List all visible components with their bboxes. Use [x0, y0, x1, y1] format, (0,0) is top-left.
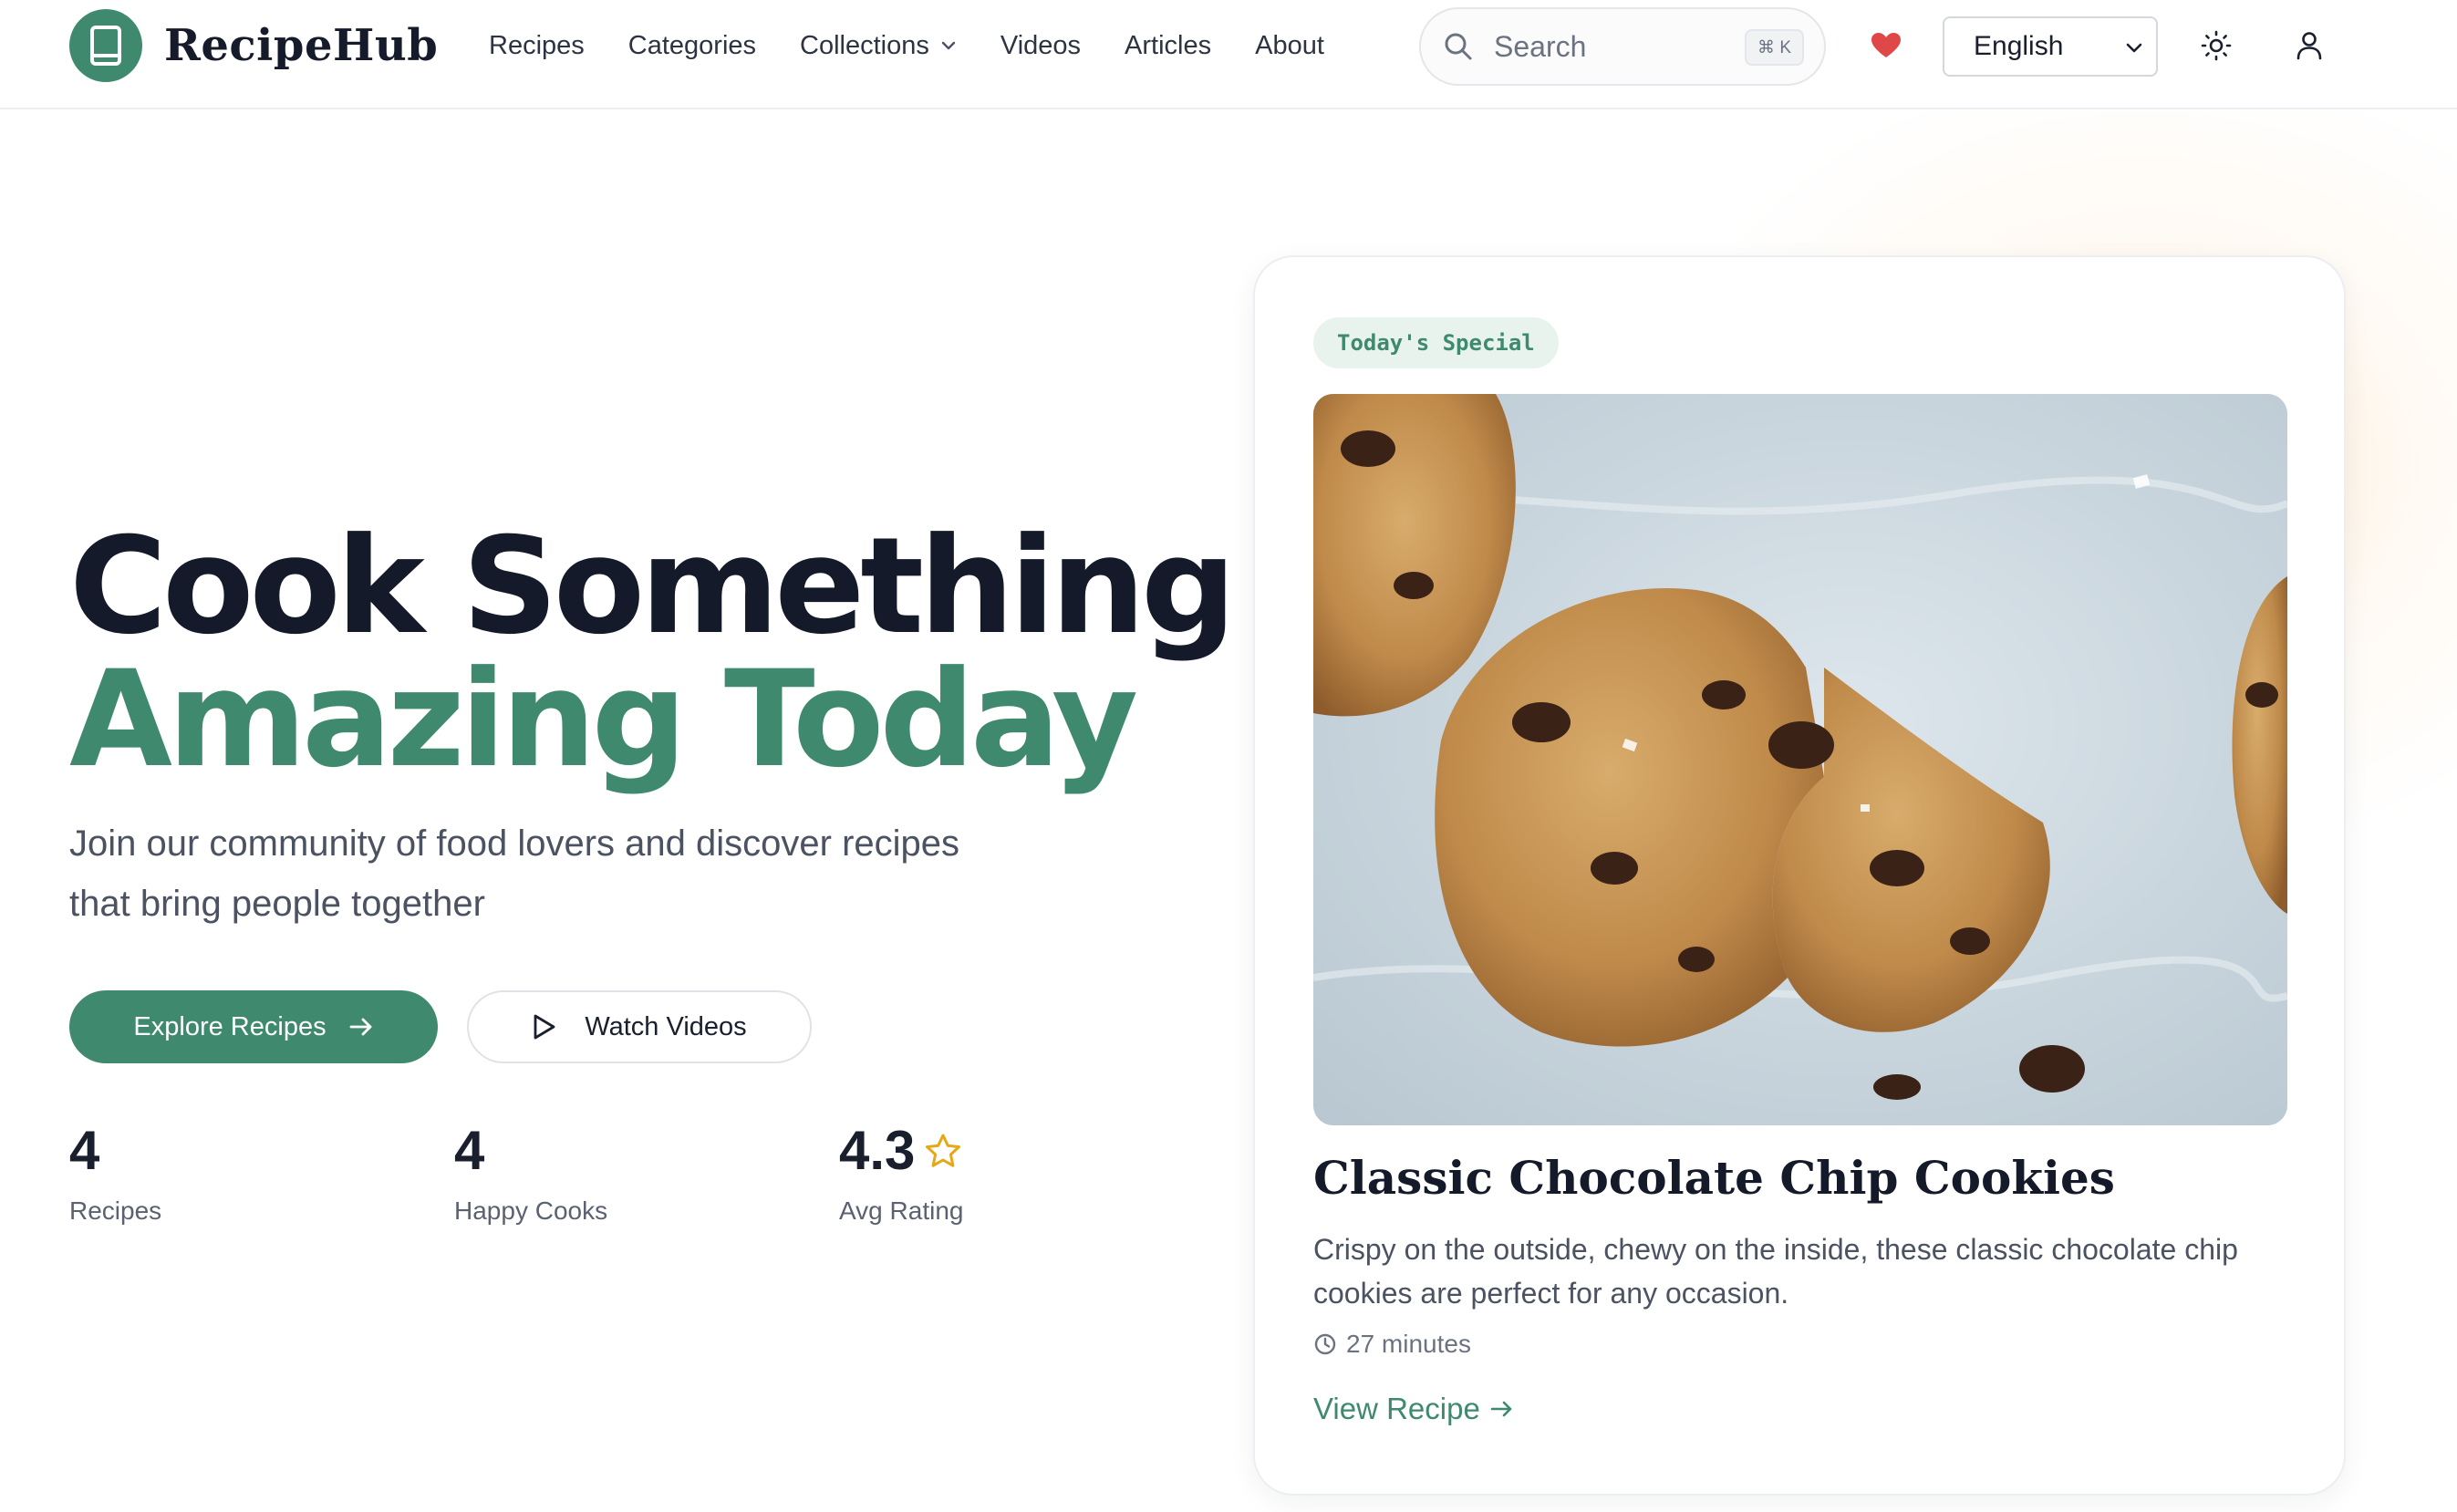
stat-value: 4	[69, 1120, 100, 1181]
search-shortcut-badge: ⌘ K	[1745, 29, 1804, 66]
hero-title-line-2: Amazing Today	[69, 642, 1138, 797]
chevron-down-icon	[941, 41, 956, 50]
search-input[interactable]	[1494, 29, 1740, 64]
watch-videos-label: Watch Videos	[585, 1011, 747, 1041]
stat-label: Avg Rating	[839, 1196, 964, 1225]
search-box[interactable]: ⌘ K	[1419, 7, 1826, 86]
stat-value: 4.3	[839, 1120, 916, 1181]
nav-recipes[interactable]: Recipes	[489, 31, 585, 61]
recipe-time: 27 minutes	[1313, 1330, 1471, 1359]
stat-value: 4	[454, 1120, 485, 1181]
nav-about[interactable]: About	[1255, 31, 1324, 61]
arrow-right-icon	[1490, 1401, 1512, 1417]
recipe-title[interactable]: Classic Chocolate Chip Cookies	[1313, 1151, 2298, 1205]
language-selected: English	[1974, 31, 2064, 61]
heart-icon	[1871, 33, 1901, 57]
sun-icon	[2201, 30, 2232, 61]
cookie-illustration	[1313, 394, 2287, 1125]
hero-title-line-1: Cook Something	[69, 509, 1237, 664]
language-select[interactable]: English	[1943, 16, 2158, 77]
recipe-description: Crispy on the outside, chewy on the insi…	[1313, 1233, 2238, 1310]
site-header: RecipeHub Recipes Categories Collections…	[0, 0, 2457, 109]
nav-videos[interactable]: Videos	[1000, 31, 1081, 61]
nav-collections-label: Collections	[800, 30, 929, 60]
main-nav: Recipes Categories Collections Videos Ar…	[489, 24, 1368, 67]
nav-collections[interactable]: Collections	[800, 31, 957, 61]
stat-value-row: 4.3	[839, 1120, 1186, 1182]
arrow-right-icon	[349, 1018, 371, 1036]
featured-recipe-card: Today's Special Classic Chocolate Chip C…	[1253, 255, 2346, 1496]
play-icon	[534, 1014, 555, 1040]
brand-name: RecipeHub	[164, 20, 439, 71]
book-icon	[69, 9, 142, 82]
chevron-down-icon	[2126, 43, 2142, 53]
stat-happy-cooks: 4 Happy Cooks	[454, 1120, 801, 1226]
page: RecipeHub Recipes Categories Collections…	[0, 0, 2457, 1512]
view-recipe-label: View Recipe	[1313, 1392, 1480, 1425]
explore-recipes-label: Explore Recipes	[133, 1011, 327, 1041]
theme-toggle-button[interactable]	[2194, 24, 2238, 67]
nav-articles[interactable]: Articles	[1125, 31, 1211, 61]
stat-avg-rating: 4.3 Avg Rating	[839, 1120, 1186, 1226]
account-button[interactable]	[2287, 24, 2331, 67]
recipe-image[interactable]	[1313, 394, 2287, 1125]
view-recipe-link[interactable]: View Recipe	[1313, 1392, 1515, 1426]
nav-categories[interactable]: Categories	[628, 31, 756, 61]
stat-label: Recipes	[69, 1196, 162, 1225]
stat-label: Happy Cooks	[454, 1196, 608, 1225]
watch-videos-button[interactable]: Watch Videos	[467, 990, 812, 1063]
explore-recipes-button[interactable]: Explore Recipes	[69, 990, 438, 1063]
hero-title: Cook Something Amazing Today	[69, 509, 1237, 797]
hero-subtitle: Join our community of food lovers and di…	[69, 823, 960, 924]
search-icon	[1445, 33, 1472, 60]
todays-special-badge: Today's Special	[1313, 317, 1559, 368]
recipe-time-label: 27 minutes	[1346, 1330, 1471, 1358]
clock-icon	[1314, 1333, 1336, 1355]
brand-logo[interactable]: RecipeHub	[69, 9, 438, 82]
favorites-button[interactable]	[1866, 26, 1906, 66]
star-icon	[926, 1134, 961, 1167]
user-icon	[2296, 32, 2322, 60]
stat-recipes: 4 Recipes	[69, 1120, 416, 1226]
